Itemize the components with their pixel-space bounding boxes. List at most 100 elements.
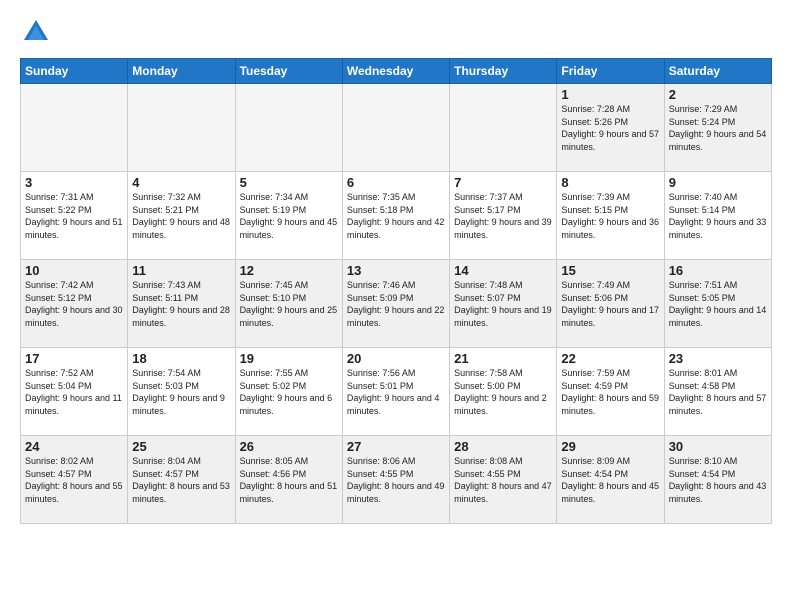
day-number: 16 bbox=[669, 263, 767, 278]
calendar-cell bbox=[450, 84, 557, 172]
calendar-cell: 19Sunrise: 7:55 AMSunset: 5:02 PMDayligh… bbox=[235, 348, 342, 436]
week-row-4: 17Sunrise: 7:52 AMSunset: 5:04 PMDayligh… bbox=[21, 348, 772, 436]
day-info: Sunrise: 8:09 AMSunset: 4:54 PMDaylight:… bbox=[561, 455, 659, 505]
day-number: 23 bbox=[669, 351, 767, 366]
calendar-cell bbox=[21, 84, 128, 172]
calendar-cell: 30Sunrise: 8:10 AMSunset: 4:54 PMDayligh… bbox=[664, 436, 771, 524]
day-info: Sunrise: 8:06 AMSunset: 4:55 PMDaylight:… bbox=[347, 455, 445, 505]
day-info: Sunrise: 7:52 AMSunset: 5:04 PMDaylight:… bbox=[25, 367, 123, 417]
day-number: 17 bbox=[25, 351, 123, 366]
day-info: Sunrise: 7:31 AMSunset: 5:22 PMDaylight:… bbox=[25, 191, 123, 241]
calendar-cell: 17Sunrise: 7:52 AMSunset: 5:04 PMDayligh… bbox=[21, 348, 128, 436]
calendar-cell: 24Sunrise: 8:02 AMSunset: 4:57 PMDayligh… bbox=[21, 436, 128, 524]
day-number: 13 bbox=[347, 263, 445, 278]
day-number: 8 bbox=[561, 175, 659, 190]
calendar-cell bbox=[128, 84, 235, 172]
day-number: 3 bbox=[25, 175, 123, 190]
day-number: 24 bbox=[25, 439, 123, 454]
week-row-5: 24Sunrise: 8:02 AMSunset: 4:57 PMDayligh… bbox=[21, 436, 772, 524]
day-info: Sunrise: 7:34 AMSunset: 5:19 PMDaylight:… bbox=[240, 191, 338, 241]
day-number: 29 bbox=[561, 439, 659, 454]
calendar-cell: 16Sunrise: 7:51 AMSunset: 5:05 PMDayligh… bbox=[664, 260, 771, 348]
calendar-cell: 29Sunrise: 8:09 AMSunset: 4:54 PMDayligh… bbox=[557, 436, 664, 524]
calendar-cell: 14Sunrise: 7:48 AMSunset: 5:07 PMDayligh… bbox=[450, 260, 557, 348]
day-info: Sunrise: 7:56 AMSunset: 5:01 PMDaylight:… bbox=[347, 367, 445, 417]
calendar-cell: 22Sunrise: 7:59 AMSunset: 4:59 PMDayligh… bbox=[557, 348, 664, 436]
day-info: Sunrise: 7:28 AMSunset: 5:26 PMDaylight:… bbox=[561, 103, 659, 153]
day-number: 19 bbox=[240, 351, 338, 366]
day-number: 7 bbox=[454, 175, 552, 190]
day-number: 25 bbox=[132, 439, 230, 454]
calendar-cell: 15Sunrise: 7:49 AMSunset: 5:06 PMDayligh… bbox=[557, 260, 664, 348]
day-info: Sunrise: 8:01 AMSunset: 4:58 PMDaylight:… bbox=[669, 367, 767, 417]
calendar-cell: 6Sunrise: 7:35 AMSunset: 5:18 PMDaylight… bbox=[342, 172, 449, 260]
header bbox=[20, 16, 772, 48]
day-number: 22 bbox=[561, 351, 659, 366]
weekday-header-tuesday: Tuesday bbox=[235, 59, 342, 84]
calendar-cell: 10Sunrise: 7:42 AMSunset: 5:12 PMDayligh… bbox=[21, 260, 128, 348]
calendar-cell bbox=[235, 84, 342, 172]
day-number: 26 bbox=[240, 439, 338, 454]
day-number: 28 bbox=[454, 439, 552, 454]
calendar-cell: 8Sunrise: 7:39 AMSunset: 5:15 PMDaylight… bbox=[557, 172, 664, 260]
calendar-cell: 5Sunrise: 7:34 AMSunset: 5:19 PMDaylight… bbox=[235, 172, 342, 260]
week-row-2: 3Sunrise: 7:31 AMSunset: 5:22 PMDaylight… bbox=[21, 172, 772, 260]
day-number: 10 bbox=[25, 263, 123, 278]
calendar-cell: 25Sunrise: 8:04 AMSunset: 4:57 PMDayligh… bbox=[128, 436, 235, 524]
calendar-cell: 23Sunrise: 8:01 AMSunset: 4:58 PMDayligh… bbox=[664, 348, 771, 436]
weekday-header-friday: Friday bbox=[557, 59, 664, 84]
logo bbox=[20, 16, 56, 48]
calendar-cell: 3Sunrise: 7:31 AMSunset: 5:22 PMDaylight… bbox=[21, 172, 128, 260]
day-info: Sunrise: 7:45 AMSunset: 5:10 PMDaylight:… bbox=[240, 279, 338, 329]
calendar-cell: 28Sunrise: 8:08 AMSunset: 4:55 PMDayligh… bbox=[450, 436, 557, 524]
calendar-cell: 20Sunrise: 7:56 AMSunset: 5:01 PMDayligh… bbox=[342, 348, 449, 436]
day-info: Sunrise: 7:58 AMSunset: 5:00 PMDaylight:… bbox=[454, 367, 552, 417]
day-number: 11 bbox=[132, 263, 230, 278]
calendar-cell: 1Sunrise: 7:28 AMSunset: 5:26 PMDaylight… bbox=[557, 84, 664, 172]
day-info: Sunrise: 7:51 AMSunset: 5:05 PMDaylight:… bbox=[669, 279, 767, 329]
day-number: 21 bbox=[454, 351, 552, 366]
day-info: Sunrise: 7:43 AMSunset: 5:11 PMDaylight:… bbox=[132, 279, 230, 329]
calendar-cell: 7Sunrise: 7:37 AMSunset: 5:17 PMDaylight… bbox=[450, 172, 557, 260]
day-info: Sunrise: 7:54 AMSunset: 5:03 PMDaylight:… bbox=[132, 367, 230, 417]
day-info: Sunrise: 7:46 AMSunset: 5:09 PMDaylight:… bbox=[347, 279, 445, 329]
day-info: Sunrise: 7:29 AMSunset: 5:24 PMDaylight:… bbox=[669, 103, 767, 153]
calendar-cell: 4Sunrise: 7:32 AMSunset: 5:21 PMDaylight… bbox=[128, 172, 235, 260]
weekday-header-thursday: Thursday bbox=[450, 59, 557, 84]
calendar-cell bbox=[342, 84, 449, 172]
day-number: 2 bbox=[669, 87, 767, 102]
calendar-cell: 13Sunrise: 7:46 AMSunset: 5:09 PMDayligh… bbox=[342, 260, 449, 348]
day-info: Sunrise: 8:10 AMSunset: 4:54 PMDaylight:… bbox=[669, 455, 767, 505]
week-row-1: 1Sunrise: 7:28 AMSunset: 5:26 PMDaylight… bbox=[21, 84, 772, 172]
day-number: 1 bbox=[561, 87, 659, 102]
weekday-header-row: SundayMondayTuesdayWednesdayThursdayFrid… bbox=[21, 59, 772, 84]
logo-icon bbox=[20, 16, 52, 48]
calendar-cell: 11Sunrise: 7:43 AMSunset: 5:11 PMDayligh… bbox=[128, 260, 235, 348]
calendar-cell: 27Sunrise: 8:06 AMSunset: 4:55 PMDayligh… bbox=[342, 436, 449, 524]
day-info: Sunrise: 8:05 AMSunset: 4:56 PMDaylight:… bbox=[240, 455, 338, 505]
week-row-3: 10Sunrise: 7:42 AMSunset: 5:12 PMDayligh… bbox=[21, 260, 772, 348]
day-number: 4 bbox=[132, 175, 230, 190]
day-number: 15 bbox=[561, 263, 659, 278]
calendar-cell: 26Sunrise: 8:05 AMSunset: 4:56 PMDayligh… bbox=[235, 436, 342, 524]
day-info: Sunrise: 8:02 AMSunset: 4:57 PMDaylight:… bbox=[25, 455, 123, 505]
day-info: Sunrise: 7:48 AMSunset: 5:07 PMDaylight:… bbox=[454, 279, 552, 329]
day-info: Sunrise: 7:32 AMSunset: 5:21 PMDaylight:… bbox=[132, 191, 230, 241]
day-info: Sunrise: 7:35 AMSunset: 5:18 PMDaylight:… bbox=[347, 191, 445, 241]
day-number: 6 bbox=[347, 175, 445, 190]
day-number: 9 bbox=[669, 175, 767, 190]
day-info: Sunrise: 8:04 AMSunset: 4:57 PMDaylight:… bbox=[132, 455, 230, 505]
day-number: 20 bbox=[347, 351, 445, 366]
day-number: 5 bbox=[240, 175, 338, 190]
calendar-cell: 9Sunrise: 7:40 AMSunset: 5:14 PMDaylight… bbox=[664, 172, 771, 260]
day-info: Sunrise: 7:37 AMSunset: 5:17 PMDaylight:… bbox=[454, 191, 552, 241]
weekday-header-saturday: Saturday bbox=[664, 59, 771, 84]
day-number: 18 bbox=[132, 351, 230, 366]
day-info: Sunrise: 7:49 AMSunset: 5:06 PMDaylight:… bbox=[561, 279, 659, 329]
day-number: 30 bbox=[669, 439, 767, 454]
day-info: Sunrise: 7:39 AMSunset: 5:15 PMDaylight:… bbox=[561, 191, 659, 241]
day-number: 12 bbox=[240, 263, 338, 278]
day-info: Sunrise: 7:40 AMSunset: 5:14 PMDaylight:… bbox=[669, 191, 767, 241]
day-number: 14 bbox=[454, 263, 552, 278]
weekday-header-sunday: Sunday bbox=[21, 59, 128, 84]
